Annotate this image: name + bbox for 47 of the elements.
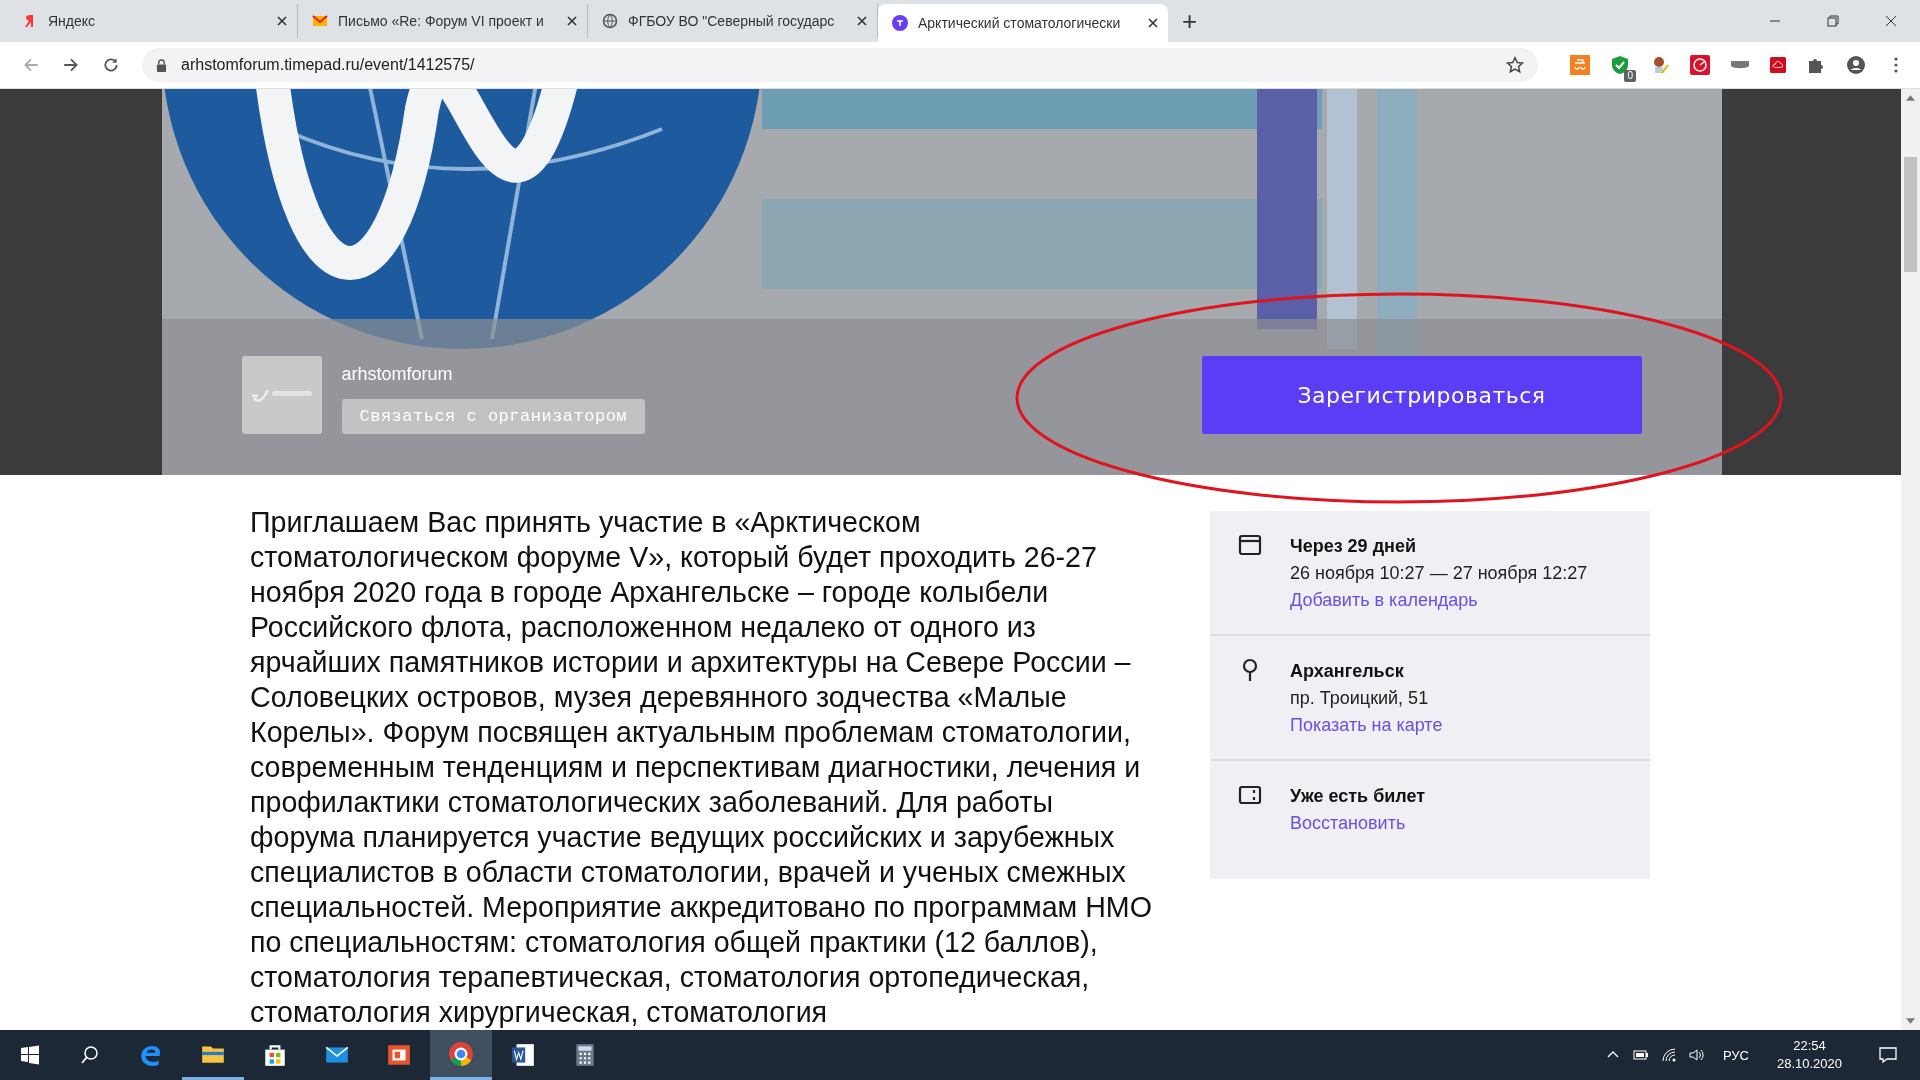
clock-date[interactable]: 28.10.2020 [1776,1055,1842,1073]
speaker-icon[interactable] [1688,1047,1705,1063]
info-link[interactable]: Восстановить [1290,810,1406,837]
browser-tab[interactable]: Яндекс [8,4,298,38]
envelope-icon [312,13,328,29]
lock-icon [156,58,167,72]
info-link[interactable]: Показать на карте [1290,712,1443,739]
close-icon[interactable] [277,16,287,26]
scrollbar-thumb[interactable] [1904,157,1917,272]
count-badge: 0 [1624,70,1636,82]
close-icon[interactable] [1148,18,1158,28]
info-title: Через 29 дней [1290,535,1416,558]
document-icon [510,1042,536,1068]
url-text: arhstomforum.timepad.ru/event/1412575/ [181,56,476,74]
close-icon[interactable] [567,16,577,26]
address-bar[interactable]: arhstomforum.timepad.ru/event/1412575/ [142,48,1538,82]
info-title: Архангельск [1290,660,1404,683]
info-detail: 26 ноября 10:27 — 27 ноября 12:27 [1290,562,1588,585]
event-description: Приглашаем Вас принять участие в «Арктическом стоматологическом форуме V», который будет проходить 26-27 ноября 2020 года в городе Архангельске – городе колыбели Российского флота, расположенном недалеко от одного из ярчайших памятников истории и архитектуры на Севере России – Соловецких островов, музея деревянного зодчества «Малые Корелы». Форум посвящен актуальным проблемам стоматологии, современным тенденциям и перспективам диагностики, лечения и профилактики стоматологических заболеваний. Для работы форума планируется участие ведущих российских и зарубежных специалистов в области стоматологии, врачей и ученых смежных специальностей. Мероприятие аккредитовано по программам НМО по специальностям: стоматология общей практики (12 баллов), стоматология терапевтическая, стоматология ортопедическая, стоматология хирургическая, стоматология [250,505,1153,1030]
register-button[interactable]: Зарегистрироваться [1201,356,1642,434]
star-icon[interactable] [1506,56,1524,74]
scroll-down-icon[interactable] [1906,1018,1915,1024]
calendar-icon [1238,533,1262,557]
language-indicator[interactable]: РУС [1716,1047,1755,1063]
wifi-icon[interactable] [1660,1047,1677,1063]
new-tab-button[interactable]: + [1168,4,1212,42]
browser-tab[interactable]: Арктический стоматологически [878,4,1168,42]
presentation-icon [386,1042,412,1068]
logo-icon [241,356,322,434]
close-icon[interactable] [857,16,867,26]
shield-check-icon[interactable] [1610,55,1630,75]
browser-tab[interactable]: Письмо «Re: Форум VI проект и [298,4,588,38]
info-detail: пр. Троицкий, 51 [1290,687,1429,710]
round-logo-icon [892,15,908,31]
scrollbar[interactable] [1901,89,1920,1030]
scroll-up-icon[interactable] [1906,95,1915,101]
cloud-icon[interactable] [1770,57,1786,73]
info-link[interactable]: Добавить в календарь [1290,587,1478,614]
account-icon[interactable] [1846,55,1866,75]
round-logo-icon [448,1040,474,1067]
clock-time[interactable]: 22:54 [1793,1037,1826,1055]
globe-icon [602,13,618,29]
battery-icon[interactable] [1632,1047,1649,1063]
info-title: Уже есть билет [1290,785,1426,808]
ticket-icon [1238,783,1262,807]
target-icon[interactable] [1690,55,1710,75]
shopping-bag-icon [262,1042,288,1068]
